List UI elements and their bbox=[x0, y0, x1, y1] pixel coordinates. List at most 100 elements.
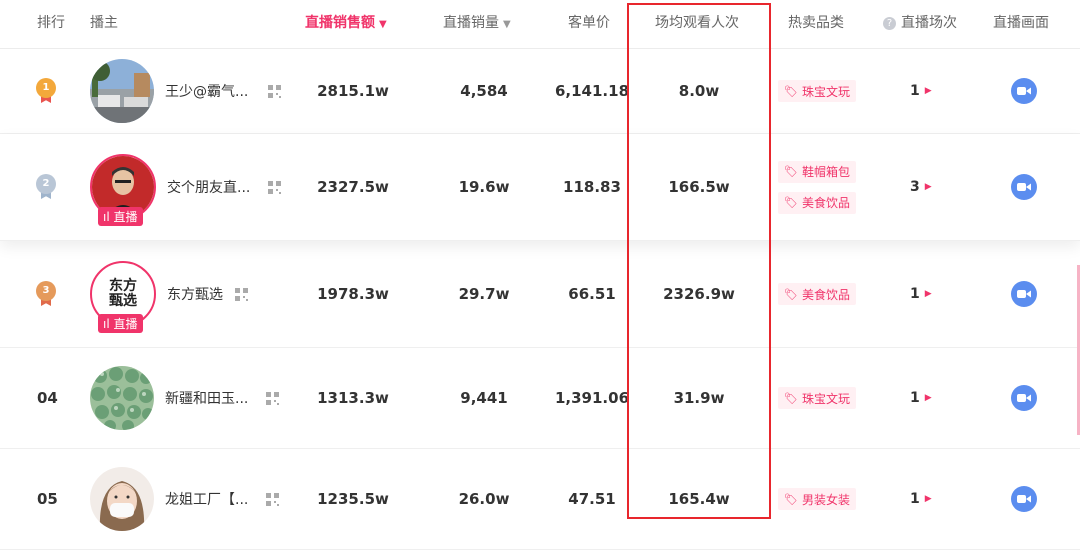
qr-code-icon[interactable] bbox=[268, 180, 282, 194]
play-arrow-icon: ▶ bbox=[924, 86, 932, 96]
anchor-name[interactable]: 新疆和田玉... bbox=[165, 388, 248, 408]
video-camera-button[interactable] bbox=[1011, 174, 1037, 200]
video-camera-button[interactable] bbox=[1011, 385, 1037, 411]
table-row[interactable]: 3 东方甄选 ıl 直播 东方甄选 1978.3w 29.7w 66.51 23… bbox=[0, 241, 1080, 348]
category-tag[interactable]: 🏷 美食饮品 bbox=[778, 283, 856, 305]
header-sales-amount-label: 直播销售额 bbox=[305, 15, 375, 31]
sessions-cell[interactable]: 1 ▶ bbox=[910, 49, 932, 133]
anchor-cell[interactable]: 王少@霸气... bbox=[90, 49, 282, 133]
anchor-cell[interactable]: ıl 直播 交个朋友直... bbox=[90, 134, 282, 240]
qr-code-icon[interactable] bbox=[266, 391, 280, 405]
qr-code-icon[interactable] bbox=[235, 287, 248, 301]
category-cell: 🏷 珠宝文玩 bbox=[778, 49, 856, 133]
video-camera-button[interactable] bbox=[1011, 78, 1037, 104]
sessions-cell[interactable]: 3 ▶ bbox=[910, 134, 932, 240]
anchor-name[interactable]: 东方甄选 bbox=[167, 284, 223, 304]
live-screen-cell bbox=[1011, 49, 1037, 133]
category-label: 美食饮品 bbox=[801, 287, 850, 302]
avg-viewers: 165.4w bbox=[668, 490, 730, 508]
anchor-name[interactable]: 王少@霸气... bbox=[165, 81, 248, 101]
table-row[interactable]: 04 新疆和田玉... 1313.3w 9,441 1,391.06 31.9w… bbox=[0, 348, 1080, 449]
sessions-count: 1 bbox=[910, 83, 920, 99]
category-label: 男装女装 bbox=[801, 492, 850, 507]
header-sales-amount[interactable]: 直播销售额 ▼ bbox=[305, 0, 387, 48]
avg-viewers: 8.0w bbox=[678, 82, 720, 100]
silver-medal-icon: 2 bbox=[36, 174, 56, 200]
table-row[interactable]: 05 龙姐工厂【... 1235.5w 26.0w 47.51 165.4w 🏷… bbox=[0, 449, 1080, 550]
header-sessions-label: 直播场次 bbox=[901, 15, 957, 31]
avg-viewers: 2326.9w bbox=[663, 285, 735, 303]
tag-icon: 🏷 bbox=[784, 391, 798, 405]
live-bars-icon: ıl bbox=[103, 210, 110, 224]
sales-volume: 26.0w bbox=[458, 490, 510, 508]
video-camera-icon bbox=[1017, 394, 1031, 402]
live-badge-label: 直播 bbox=[113, 210, 138, 224]
header-unit-price[interactable]: 客单价 bbox=[568, 0, 610, 48]
category-tag[interactable]: 🏷 珠宝文玩 bbox=[778, 387, 856, 409]
video-camera-icon bbox=[1017, 183, 1031, 191]
sales-amount: 1978.3w bbox=[317, 285, 389, 303]
header-rank: 排行 bbox=[37, 15, 65, 31]
unit-price: 66.51 bbox=[568, 285, 616, 303]
qr-code-icon[interactable] bbox=[266, 492, 280, 506]
anchor-cell[interactable]: 东方甄选 ıl 直播 东方甄选 bbox=[90, 241, 248, 347]
anchor-cell[interactable]: 龙姐工厂【... bbox=[90, 449, 280, 549]
sales-volume: 4,584 bbox=[460, 82, 508, 100]
rank-cell: 1 bbox=[36, 49, 56, 133]
anchor-name[interactable]: 交个朋友直... bbox=[167, 177, 250, 197]
category-cell: 🏷 鞋帽箱包 🏷 美食饮品 bbox=[778, 134, 856, 240]
category-tag[interactable]: 🏷 鞋帽箱包 bbox=[778, 160, 856, 183]
bronze-medal-icon: 3 bbox=[36, 281, 56, 307]
avatar[interactable] bbox=[90, 366, 154, 430]
sessions-cell[interactable]: 1 ▶ bbox=[910, 449, 932, 549]
live-bars-icon: ıl bbox=[103, 317, 110, 331]
table-header: 排行 播主 直播销售额 ▼ 直播销量 ▼ 客单价 场均观看人次 热卖品类 ? 直播场次… bbox=[0, 0, 1080, 49]
anchor-name[interactable]: 龙姐工厂【... bbox=[165, 489, 248, 509]
rank-number: 04 bbox=[37, 389, 58, 407]
table-row[interactable]: 1 王少@霸气... 2815.1w 4,584 6,141.18 8.0w 🏷… bbox=[0, 49, 1080, 134]
qr-code-icon[interactable] bbox=[268, 84, 282, 98]
sessions-cell[interactable]: 1 ▶ bbox=[910, 348, 932, 448]
sales-amount: 2327.5w bbox=[317, 178, 389, 196]
rank-cell: 2 bbox=[36, 134, 56, 240]
category-tag[interactable]: 🏷 男装女装 bbox=[778, 488, 856, 510]
avatar-logo-text: 东方甄选 bbox=[109, 278, 137, 309]
header-sales-volume[interactable]: 直播销量 ▼ bbox=[443, 0, 511, 48]
play-arrow-icon: ▶ bbox=[924, 182, 932, 192]
header-live-screen: 直播画面 bbox=[993, 15, 1049, 31]
sessions-cell[interactable]: 1 ▶ bbox=[910, 241, 932, 347]
category-tag[interactable]: 🏷 美食饮品 bbox=[778, 191, 856, 214]
play-arrow-icon: ▶ bbox=[924, 289, 932, 299]
header-avg-viewers[interactable]: 场均观看人次 bbox=[655, 0, 739, 48]
tag-icon: 🏷 bbox=[784, 492, 798, 506]
category-label: 珠宝文玩 bbox=[801, 84, 850, 99]
tag-icon: 🏷 bbox=[784, 287, 798, 301]
unit-price: 118.83 bbox=[563, 178, 621, 196]
video-camera-button[interactable] bbox=[1011, 486, 1037, 512]
category-label: 美食饮品 bbox=[801, 196, 850, 210]
table-row[interactable]: 2 ıl 直播 交个朋友直... 2327.5w 19.6w 118.83 16… bbox=[0, 134, 1080, 241]
avatar[interactable] bbox=[90, 467, 154, 531]
rank-cell: 3 bbox=[36, 241, 56, 347]
sales-amount: 1313.3w bbox=[317, 389, 389, 407]
live-badge[interactable]: ıl 直播 bbox=[98, 314, 143, 333]
unit-price: 6,141.18 bbox=[554, 82, 630, 100]
live-badge-label: 直播 bbox=[113, 317, 138, 331]
help-icon[interactable]: ? bbox=[883, 17, 896, 30]
unit-price: 47.51 bbox=[568, 490, 616, 508]
live-badge[interactable]: ıl 直播 bbox=[98, 207, 143, 226]
category-label: 珠宝文玩 bbox=[801, 391, 850, 406]
anchor-cell[interactable]: 新疆和田玉... bbox=[90, 348, 280, 448]
avatar[interactable] bbox=[90, 59, 154, 123]
video-camera-button[interactable] bbox=[1011, 281, 1037, 307]
header-sales-volume-label: 直播销量 bbox=[443, 15, 499, 31]
category-cell: 🏷 男装女装 bbox=[778, 449, 856, 549]
category-cell: 🏷 珠宝文玩 bbox=[778, 348, 856, 448]
avg-viewers: 166.5w bbox=[668, 178, 730, 196]
tag-icon: 🏷 bbox=[784, 84, 798, 98]
header-hot-category: 热卖品类 bbox=[788, 15, 844, 31]
sessions-count: 3 bbox=[910, 179, 920, 195]
category-tag[interactable]: 🏷 珠宝文玩 bbox=[778, 80, 856, 102]
sessions-count: 1 bbox=[910, 286, 920, 302]
rank-number: 05 bbox=[37, 490, 58, 508]
